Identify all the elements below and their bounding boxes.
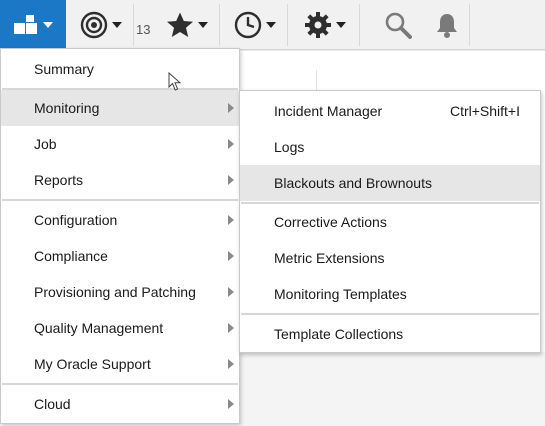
chevron-right-icon: [228, 139, 234, 149]
menu-item-label: Quality Management: [34, 320, 164, 336]
page-divider: [316, 70, 317, 90]
submenu-item-template-collections[interactable]: Template Collections: [240, 316, 540, 352]
menu-item-label: Metric Extensions: [274, 250, 385, 266]
menu-item-label: Reports: [34, 172, 84, 188]
menu-item-label: My Oracle Support: [34, 356, 151, 372]
page-background: [240, 352, 545, 426]
menu-separator: [2, 199, 238, 201]
shortcut-label: Ctrl+Shift+I: [449, 103, 520, 119]
menu-item-label: Monitoring: [34, 100, 100, 116]
chevron-right-icon: [228, 103, 234, 113]
notifications-button[interactable]: [424, 4, 470, 46]
gear-icon: [304, 12, 331, 38]
page-divider: [240, 50, 545, 51]
submenu-item-monitoring-templates[interactable]: Monitoring Templates: [240, 276, 540, 312]
monitoring-submenu: Incident Manager Ctrl+Shift+I Logs Black…: [239, 90, 541, 353]
chevron-right-icon: [228, 215, 234, 225]
search-button[interactable]: [376, 4, 420, 46]
chevron-down-icon: [111, 22, 122, 28]
targets-menu-button[interactable]: [68, 4, 134, 46]
menu-item-reports[interactable]: Reports: [1, 162, 239, 198]
chevron-right-icon: [228, 359, 234, 369]
favorites-menu-button[interactable]: [154, 4, 220, 46]
chevron-down-icon: [265, 22, 276, 28]
chevron-right-icon: [228, 175, 234, 185]
menu-item-cloud[interactable]: Cloud: [1, 386, 239, 422]
chevron-down-icon: [43, 22, 53, 28]
menu-item-label: Job: [34, 136, 57, 152]
history-menu-button[interactable]: [222, 4, 288, 46]
chevron-right-icon: [228, 399, 234, 409]
menu-item-label: Provisioning and Patching: [34, 284, 196, 300]
search-icon: [385, 12, 412, 39]
enterprise-menu: Summary Monitoring Job Reports Configura…: [0, 48, 240, 424]
menu-item-label: Blackouts and Brownouts: [274, 175, 432, 191]
menu-item-label: Compliance: [34, 248, 108, 264]
menu-separator: [241, 313, 539, 315]
mouse-cursor-icon: [168, 72, 182, 91]
partial-text: 13: [136, 22, 151, 37]
enterprise-icon: [14, 15, 37, 34]
menu-item-monitoring[interactable]: Monitoring: [1, 90, 239, 126]
clock-icon: [234, 11, 261, 39]
menu-item-my-oracle-support[interactable]: My Oracle Support: [1, 346, 239, 382]
submenu-item-blackouts[interactable]: Blackouts and Brownouts: [240, 165, 540, 201]
chevron-down-icon: [335, 22, 346, 28]
chevron-down-icon: [197, 22, 208, 28]
chevron-right-icon: [228, 287, 234, 297]
menu-item-job[interactable]: Job: [1, 126, 239, 162]
menu-item-label: Corrective Actions: [274, 214, 387, 230]
menu-item-compliance[interactable]: Compliance: [1, 238, 239, 274]
bell-icon: [436, 14, 457, 38]
menu-item-label: Logs: [274, 139, 305, 155]
menu-item-configuration[interactable]: Configuration: [1, 202, 239, 238]
menu-separator: [2, 383, 238, 385]
menu-item-quality-management[interactable]: Quality Management: [1, 310, 239, 346]
submenu-item-incident-manager[interactable]: Incident Manager Ctrl+Shift+I: [240, 93, 540, 129]
menu-item-summary[interactable]: Summary: [1, 51, 239, 87]
submenu-item-corrective-actions[interactable]: Corrective Actions: [240, 204, 540, 240]
menu-item-label: Monitoring Templates: [274, 286, 407, 302]
submenu-item-logs[interactable]: Logs: [240, 129, 540, 165]
chevron-right-icon: [228, 251, 234, 261]
menu-item-label: Incident Manager: [274, 103, 383, 119]
submenu-item-metric-extensions[interactable]: Metric Extensions: [240, 240, 540, 276]
menu-item-label: Configuration: [34, 212, 118, 228]
menu-item-provisioning[interactable]: Provisioning and Patching: [1, 274, 239, 310]
setup-menu-button[interactable]: [290, 4, 360, 46]
enterprise-menu-button[interactable]: [0, 0, 66, 50]
menu-item-label: Template Collections: [274, 326, 404, 342]
toolbar: 13: [0, 0, 545, 50]
menu-item-label: Summary: [34, 61, 94, 77]
chevron-right-icon: [228, 323, 234, 333]
target-icon: [80, 11, 107, 39]
menu-item-label: Cloud: [34, 396, 71, 412]
star-icon: [166, 12, 193, 37]
